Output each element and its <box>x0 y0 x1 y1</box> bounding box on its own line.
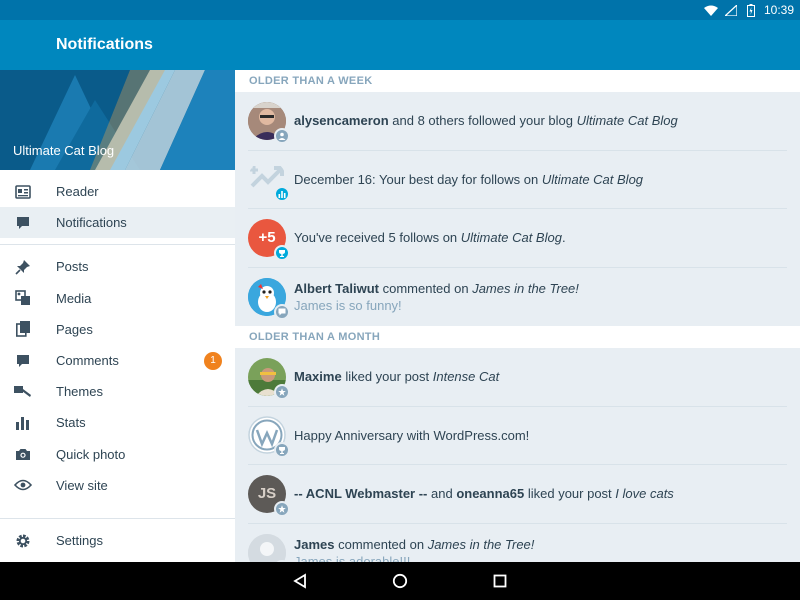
sidebar-item-pages[interactable]: Pages <box>0 314 235 345</box>
notification-item[interactable]: +5 You've received 5 follows on Ultimate… <box>248 209 787 268</box>
avatar <box>248 101 290 144</box>
divider <box>0 244 235 246</box>
sidebar-item-label: View site <box>56 477 108 493</box>
star-badge-icon <box>274 500 290 517</box>
sidebar-item-view-site[interactable]: View site <box>0 470 235 501</box>
comment-excerpt: James is so funny! <box>294 297 402 313</box>
notes-group: alysencameron and 8 others followed your… <box>235 92 800 326</box>
sidebar-item-settings[interactable]: Settings <box>0 525 235 556</box>
battery-icon <box>744 3 758 17</box>
comment-icon <box>12 352 34 370</box>
sidebar-item-label: Posts <box>56 259 89 275</box>
section-header: OLDER THAN A WEEK <box>235 70 800 92</box>
notification-item[interactable]: December 16: Your best day for follows o… <box>248 151 787 209</box>
notification-text: Albert Taliwut commented on James in the… <box>294 280 579 313</box>
sidebar-item-comments[interactable]: Comments 1 <box>0 345 235 376</box>
sidebar-item-reader[interactable]: Reader <box>0 176 235 207</box>
sidebar-item-themes[interactable]: Themes <box>0 376 235 407</box>
back-icon <box>293 573 306 589</box>
pin-icon <box>12 258 34 276</box>
notification-text: alysencameron and 8 others followed your… <box>294 113 678 129</box>
stats-icon <box>12 414 34 432</box>
back-button[interactable] <box>289 570 311 592</box>
notifications-list: OLDER THAN A WEEK alysencameron and 8 ot… <box>235 70 800 562</box>
notification-text: Happy Anniversary with WordPress.com! <box>294 427 530 443</box>
page-title: Notifications <box>56 36 153 53</box>
recents-icon <box>493 574 507 588</box>
comment-badge-icon <box>274 303 290 320</box>
signal-icon <box>724 4 738 16</box>
avatar <box>248 357 290 400</box>
status-bar: 10:39 <box>0 0 800 20</box>
gear-icon <box>12 532 34 550</box>
app-bar: Notifications <box>0 20 800 70</box>
notification-item[interactable]: Happy Anniversary with WordPress.com! <box>248 407 787 465</box>
clock: 10:39 <box>763 3 794 17</box>
notification-item[interactable]: James commented on James in the Tree! Ja… <box>248 524 787 562</box>
sidebar-item-label: Settings <box>56 533 103 548</box>
sidebar-item-quick-photo[interactable]: Quick photo <box>0 439 235 470</box>
notification-item[interactable]: Maxime liked your post Intense Cat <box>248 348 787 407</box>
notification-item[interactable]: Albert Taliwut commented on James in the… <box>248 268 787 327</box>
notification-text: You've received 5 follows on Ultimate Ca… <box>294 230 566 246</box>
trophy-badge-icon <box>274 442 290 459</box>
brush-icon <box>12 383 34 401</box>
sidebar-item-label: Notifications <box>56 215 127 231</box>
pages-icon <box>12 320 34 338</box>
notification-item[interactable]: alysencameron and 8 others followed your… <box>248 92 787 151</box>
avatar: JS <box>248 474 290 517</box>
reader-icon <box>12 183 34 201</box>
avatar <box>248 416 290 459</box>
recents-button[interactable] <box>489 570 511 592</box>
notification-text: James commented on James in the Tree! Ja… <box>294 536 534 562</box>
trophy-badge-icon <box>274 244 290 261</box>
eye-icon <box>12 476 34 494</box>
avatar <box>248 533 290 562</box>
avatar: +5 <box>248 218 290 261</box>
media-icon <box>12 289 34 307</box>
notification-item[interactable]: JS -- ACNL Webmaster -- and oneanna65 li… <box>248 465 787 524</box>
sidebar-item-notifications[interactable]: Notifications <box>0 207 235 239</box>
sidebar-item-stats[interactable]: Stats <box>0 407 235 438</box>
follows-count-avatar: +5 <box>258 229 276 247</box>
notes-group: Maxime liked your post Intense Cat Happy… <box>235 348 800 562</box>
camera-icon <box>12 445 34 463</box>
notification-text: Maxime liked your post Intense Cat <box>294 369 500 385</box>
sidebar-item-label: Media <box>56 290 92 306</box>
initials-avatar: JS <box>257 485 277 503</box>
comments-count-badge: 1 <box>204 351 222 370</box>
sidebar-item-label: Quick photo <box>56 446 126 462</box>
sidebar-item-label: Themes <box>56 384 103 400</box>
navigation-drawer: Ultimate Cat Blog Reader Notifications P… <box>0 70 235 562</box>
notifications-icon <box>12 214 34 232</box>
blog-title: Ultimate Cat Blog <box>13 143 115 158</box>
stats-badge-icon <box>274 186 290 203</box>
default-avatar-icon <box>248 533 286 562</box>
follow-badge-icon <box>274 127 290 144</box>
system-navigation-bar <box>0 562 800 600</box>
home-icon <box>392 573 408 589</box>
notification-text: December 16: Your best day for follows o… <box>294 171 644 187</box>
sidebar-item-media[interactable]: Media <box>0 283 235 314</box>
settings-section: Settings <box>0 518 235 562</box>
home-button[interactable] <box>389 570 411 592</box>
avatar <box>248 160 290 203</box>
section-header: OLDER THAN A MONTH <box>235 326 800 348</box>
sidebar-item-label: Comments <box>56 353 119 369</box>
comment-excerpt: James is adorable!!! <box>294 553 411 562</box>
sidebar-item-label: Stats <box>56 415 86 431</box>
sidebar-item-label: Pages <box>56 321 93 337</box>
sidebar-item-posts[interactable]: Posts <box>0 251 235 282</box>
star-badge-icon <box>274 383 290 400</box>
blog-header[interactable]: Ultimate Cat Blog <box>0 70 235 170</box>
avatar <box>248 277 290 320</box>
notification-text: -- ACNL Webmaster -- and oneanna65 liked… <box>294 486 674 502</box>
wifi-icon <box>703 4 718 16</box>
sidebar-item-label: Reader <box>56 184 99 200</box>
